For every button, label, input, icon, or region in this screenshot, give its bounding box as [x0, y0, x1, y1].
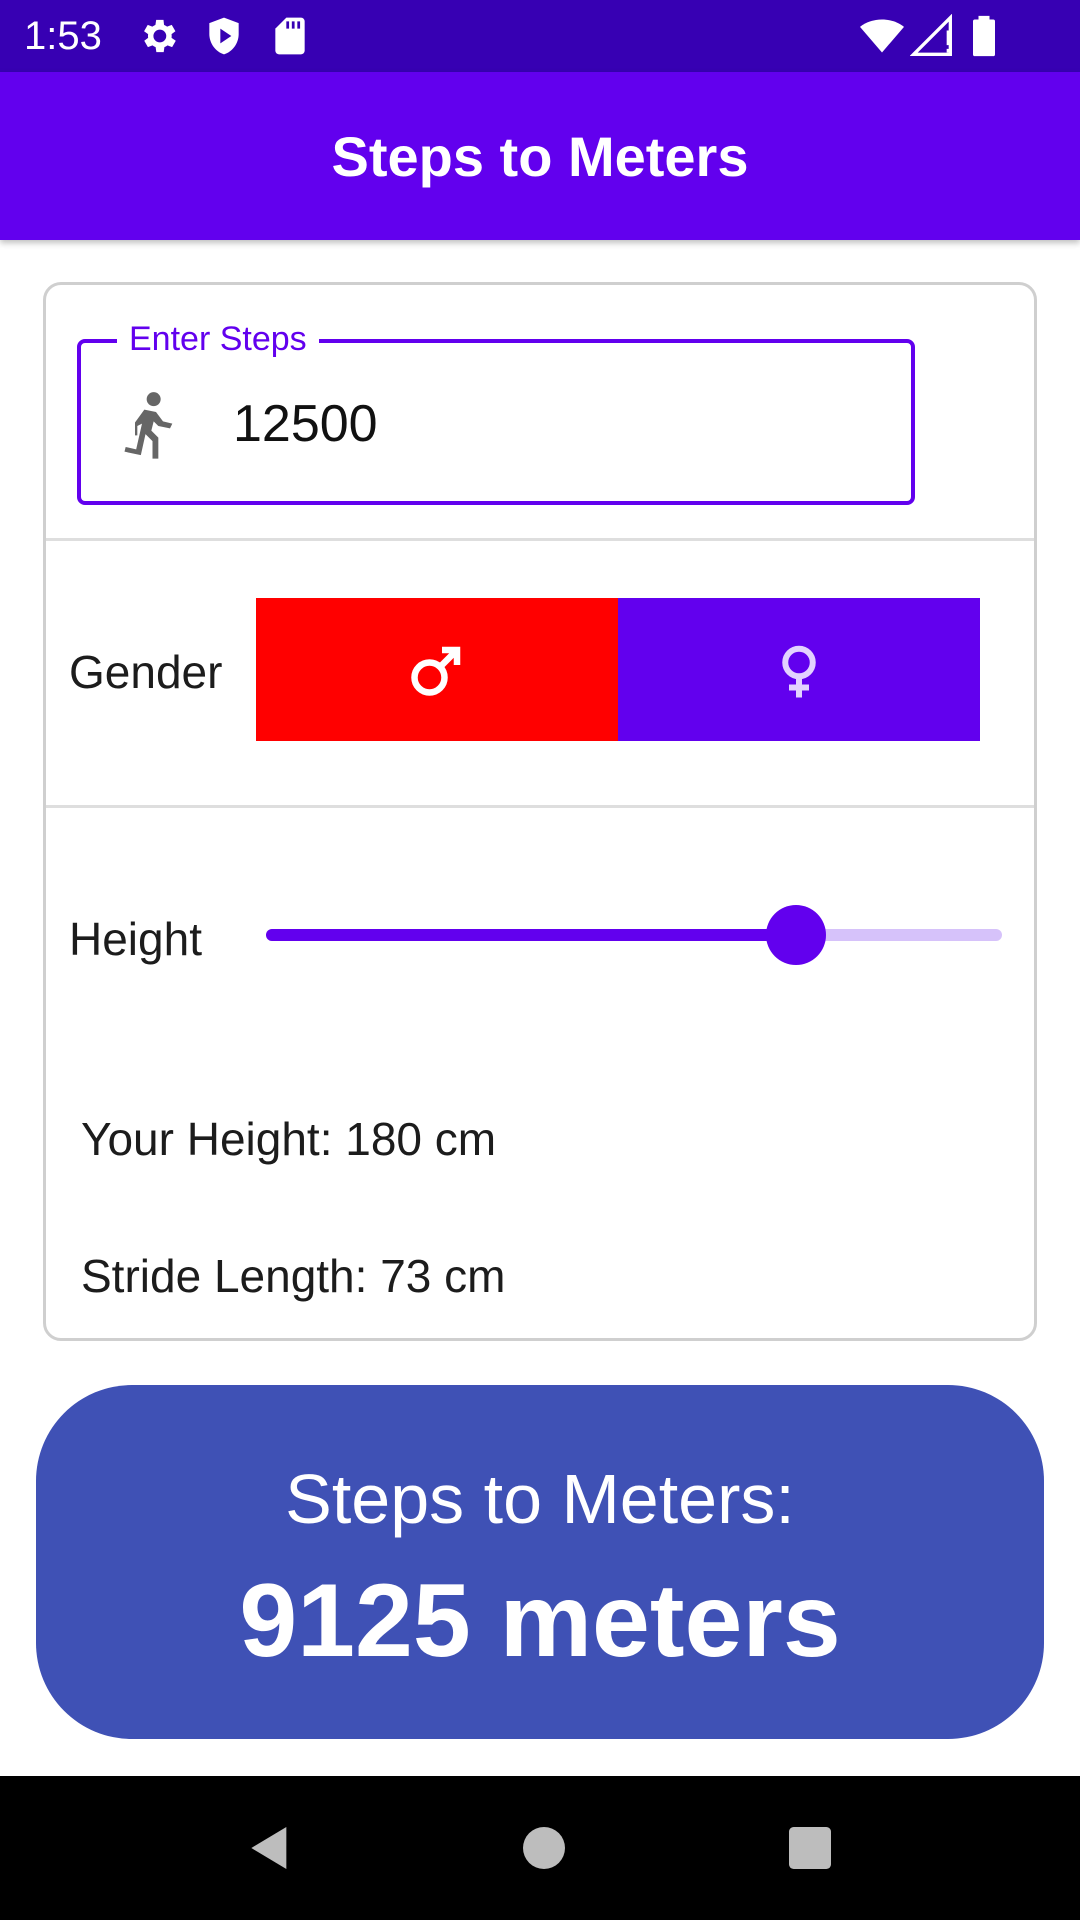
gender-female-button[interactable]: [618, 598, 980, 741]
height-slider[interactable]: [266, 905, 1002, 965]
signal-icon: [910, 14, 952, 56]
status-time: 1:53: [24, 14, 102, 58]
status-bar: 1:53: [0, 0, 1080, 72]
female-icon: [782, 645, 816, 697]
result-label: Steps to Meters:: [285, 1460, 795, 1538]
shield-play-icon: [209, 17, 239, 55]
battery-icon: [973, 15, 995, 57]
steps-input-value: 12500: [233, 395, 378, 453]
back-icon[interactable]: [242, 1820, 298, 1876]
wifi-icon: [860, 19, 904, 53]
stride-length-text: Stride Length: 73 cm: [81, 1250, 506, 1302]
app-bar: Steps to Meters: [0, 72, 1080, 240]
male-icon: [411, 646, 461, 696]
height-label: Height: [69, 913, 202, 965]
result-value: 9125 meters: [239, 1563, 841, 1679]
gender-label: Gender: [69, 646, 223, 698]
gender-male-button[interactable]: [256, 598, 618, 741]
navigation-bar: [0, 1776, 1080, 1920]
divider: [46, 805, 1034, 808]
result-box: Steps to Meters: 9125 meters: [36, 1385, 1044, 1739]
home-icon[interactable]: [516, 1820, 572, 1876]
recents-icon[interactable]: [782, 1820, 838, 1876]
calculator-card: Enter Steps 12500 Gender Height Your Hei…: [43, 282, 1037, 1341]
gear-icon: [144, 19, 176, 53]
steps-input-field[interactable]: Enter Steps 12500: [77, 317, 915, 505]
slider-fill: [266, 929, 796, 941]
sd-card-icon: [275, 17, 305, 55]
run-icon: [124, 392, 173, 459]
divider: [46, 538, 1034, 541]
steps-input-label: Enter Steps: [117, 317, 319, 361]
your-height-text: Your Height: 180 cm: [81, 1113, 497, 1165]
app-title: Steps to Meters: [331, 124, 749, 188]
slider-thumb[interactable]: [766, 905, 826, 965]
